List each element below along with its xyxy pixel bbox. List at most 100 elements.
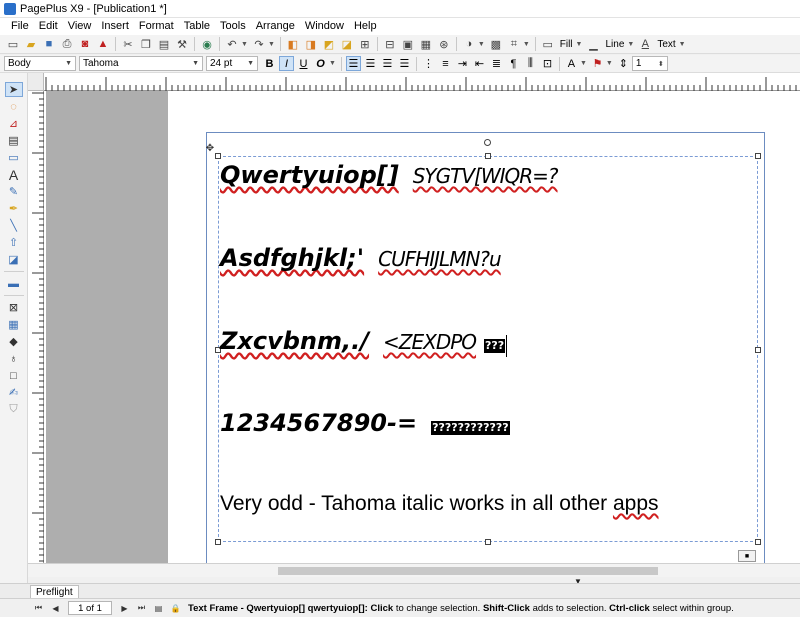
pointer-tool-icon[interactable]: ➤ bbox=[4, 82, 23, 97]
text-case-dropdown-icon[interactable]: ▼ bbox=[580, 60, 587, 67]
font-select[interactable]: Tahoma ▼ bbox=[79, 56, 203, 71]
horizontal-ruler[interactable] bbox=[44, 73, 800, 91]
outdent-icon[interactable]: ⇤ bbox=[472, 56, 487, 71]
menu-edit[interactable]: Edit bbox=[34, 18, 63, 35]
resize-handle[interactable] bbox=[485, 539, 491, 545]
menu-insert[interactable]: Insert bbox=[96, 18, 134, 35]
scrollbar-thumb[interactable] bbox=[278, 567, 658, 575]
cut-icon[interactable]: ✂ bbox=[120, 36, 136, 52]
menu-window[interactable]: Window bbox=[300, 18, 349, 35]
style-select[interactable]: Body ▼ bbox=[4, 56, 76, 71]
menu-tools[interactable]: Tools bbox=[215, 18, 251, 35]
text-line-1[interactable]: Qwertyuiop[] SYGTV[WIQR=? bbox=[220, 161, 559, 189]
bold-button[interactable]: B bbox=[262, 56, 277, 71]
rotate-handle[interactable] bbox=[484, 139, 491, 146]
pasteboard[interactable] bbox=[46, 91, 168, 563]
fill-tool-icon[interactable]: ◆ bbox=[5, 334, 23, 349]
rectangle-tool-icon[interactable]: □ bbox=[5, 368, 23, 383]
copy-icon[interactable]: ❐ bbox=[138, 36, 154, 52]
rotate-icon[interactable]: ⊛ bbox=[436, 36, 452, 52]
arrow-shape-icon[interactable]: ⇧ bbox=[5, 235, 23, 250]
new-document-icon[interactable]: ▭ bbox=[5, 36, 21, 52]
align-center-icon[interactable]: ☰ bbox=[363, 56, 378, 71]
group-icon[interactable]: ⊞ bbox=[357, 36, 373, 52]
align-right-icon[interactable]: ☰ bbox=[380, 56, 395, 71]
pdf-icon[interactable]: ▲ bbox=[95, 36, 111, 52]
next-page-icon[interactable]: ▶ bbox=[118, 602, 131, 615]
bring-to-front-icon[interactable]: ◧ bbox=[285, 36, 301, 52]
indent-icon[interactable]: ⇥ bbox=[455, 56, 470, 71]
print-icon[interactable]: ⎙ bbox=[59, 36, 75, 52]
text-dropdown-icon[interactable]: ▼ bbox=[679, 41, 686, 48]
justify-icon[interactable]: ☰ bbox=[397, 56, 412, 71]
edit-tool-icon[interactable]: ✍ bbox=[5, 385, 23, 400]
lasso-tool-icon[interactable]: ◌ bbox=[5, 99, 23, 114]
page-indicator[interactable]: 1 of 1 bbox=[68, 601, 112, 615]
grid-icon[interactable]: ▩ bbox=[488, 36, 504, 52]
fill-label[interactable]: Fill bbox=[560, 39, 573, 50]
print-preview-icon[interactable]: ◙ bbox=[77, 36, 93, 52]
ruler-corner[interactable] bbox=[28, 73, 44, 91]
align-icon[interactable]: ⊟ bbox=[382, 36, 398, 52]
text-tool-icon[interactable]: A bbox=[5, 167, 23, 183]
undo-icon[interactable]: ↶ bbox=[224, 36, 240, 52]
gallery-tool-icon[interactable]: ▦ bbox=[5, 317, 23, 332]
snap-icon[interactable]: ⌗ bbox=[506, 36, 522, 52]
highlight-icon[interactable]: ⚑ bbox=[590, 56, 605, 71]
transparency-dropdown-icon[interactable]: ▼ bbox=[478, 41, 485, 48]
text-line-2[interactable]: Asdfghjkl;' CUFHIJLMN?u bbox=[220, 244, 502, 272]
save-icon[interactable]: ■ bbox=[41, 36, 57, 52]
line-dropdown-icon[interactable]: ▼ bbox=[627, 41, 634, 48]
horizontal-scrollbar[interactable]: ▼ bbox=[28, 563, 800, 586]
list-level-icon[interactable]: ≣ bbox=[489, 56, 504, 71]
fill-dropdown-icon[interactable]: ▼ bbox=[576, 41, 583, 48]
first-page-icon[interactable]: ⏮ bbox=[32, 602, 45, 615]
wrap-icon[interactable]: ▦ bbox=[418, 36, 434, 52]
vertical-ruler[interactable] bbox=[28, 91, 44, 563]
back-one-icon[interactable]: ◪ bbox=[339, 36, 355, 52]
crop-tool-icon[interactable]: ⊿ bbox=[5, 116, 23, 131]
text-label[interactable]: Text bbox=[657, 39, 675, 50]
bullets-icon[interactable]: ⋮ bbox=[421, 56, 436, 71]
redo-dropdown-icon[interactable]: ▼ bbox=[268, 41, 275, 48]
line-tool-icon[interactable]: ╲ bbox=[5, 218, 23, 233]
line-spacing-icon[interactable]: ⇕ bbox=[616, 56, 631, 71]
text-line-3[interactable]: Zxcvbnm,./ <ZEXDPO??? bbox=[220, 327, 508, 357]
send-to-back-icon[interactable]: ◨ bbox=[303, 36, 319, 52]
italic-button[interactable]: I bbox=[279, 56, 294, 71]
open-folder-icon[interactable]: ▰ bbox=[23, 36, 39, 52]
resize-handle[interactable] bbox=[215, 539, 221, 545]
redo-icon[interactable]: ↷ bbox=[251, 36, 267, 52]
paragraph-icon[interactable]: ¶ bbox=[506, 56, 521, 71]
highlight-dropdown-icon[interactable]: ▼ bbox=[606, 60, 613, 67]
underline-button[interactable]: U bbox=[296, 56, 311, 71]
frame-tool-icon[interactable]: ▭ bbox=[5, 150, 23, 165]
document-workspace[interactable]: ✥ Qwertyuiop[] SYGTV[WIQR=? Asdfghjkl;' CU… bbox=[44, 91, 800, 563]
outline-dropdown-icon[interactable]: ▼ bbox=[329, 60, 336, 67]
text-line-5[interactable]: Very odd - Tahoma italic works in all ot… bbox=[220, 492, 659, 516]
menu-view[interactable]: View bbox=[63, 18, 97, 35]
line-swatch-icon[interactable]: ▁ bbox=[585, 36, 601, 52]
picture-tool-icon[interactable]: ▬ bbox=[5, 276, 23, 291]
shield-icon[interactable]: ⛉ bbox=[5, 402, 23, 417]
font-size-select[interactable]: 24 pt ▼ bbox=[206, 56, 258, 71]
paste-icon[interactable]: ▤ bbox=[156, 36, 172, 52]
menu-help[interactable]: Help bbox=[349, 18, 382, 35]
pencil-tool-icon[interactable]: ✎ bbox=[5, 184, 23, 199]
artistic-text-icon[interactable]: ▤ bbox=[5, 133, 23, 148]
forward-one-icon[interactable]: ◩ bbox=[321, 36, 337, 52]
menu-format[interactable]: Format bbox=[134, 18, 179, 35]
spacing-spinner[interactable]: 1 ⬍ bbox=[631, 56, 668, 71]
menu-arrange[interactable]: Arrange bbox=[251, 18, 300, 35]
shapes-tool-icon[interactable]: ◪ bbox=[5, 252, 23, 267]
table-tool-icon[interactable]: ⊠ bbox=[5, 300, 23, 315]
snap-dropdown-icon[interactable]: ▼ bbox=[523, 41, 530, 48]
previous-page-icon[interactable]: ◀ bbox=[49, 602, 62, 615]
line-label[interactable]: Line bbox=[605, 39, 624, 50]
undo-dropdown-icon[interactable]: ▼ bbox=[241, 41, 248, 48]
resize-handle[interactable] bbox=[755, 539, 761, 545]
pen-tool-icon[interactable]: ✒ bbox=[5, 201, 23, 216]
resize-handle[interactable] bbox=[485, 153, 491, 159]
outline-button[interactable]: O bbox=[313, 56, 328, 71]
numbering-icon[interactable]: ≡ bbox=[438, 56, 453, 71]
